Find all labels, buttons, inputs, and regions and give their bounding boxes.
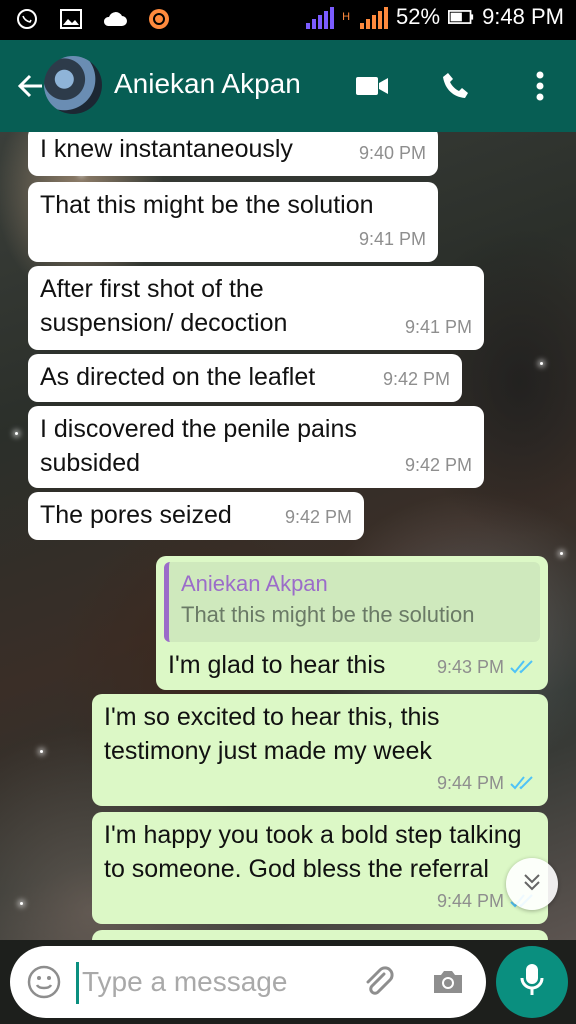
message-text: That this might be the solution [40, 191, 374, 219]
message-bubble-outgoing[interactable]: I'm happy you took a bold step talking t… [92, 812, 548, 924]
message-bubble-outgoing[interactable]: I'm so excited to hear this, this testim… [92, 694, 548, 806]
read-receipt-icon [510, 659, 536, 675]
message-bubble-incoming[interactable]: The pores seized 9:42 PM [28, 492, 364, 540]
message-bubble-incoming[interactable]: As directed on the leaflet 9:42 PM [28, 354, 462, 402]
emoji-icon[interactable] [26, 964, 62, 1000]
cloud-notification-icon [102, 6, 128, 32]
read-receipt-icon [510, 775, 536, 791]
contact-name[interactable]: Aniekan Akpan [114, 68, 301, 100]
double-chevron-down-icon [521, 871, 543, 898]
message-bubble-outgoing-partial[interactable] [92, 930, 548, 940]
message-meta: 9:43 PM [437, 650, 536, 684]
message-input-placeholder[interactable]: Type a message [82, 966, 287, 998]
quote-text: That this might be the solution [181, 602, 475, 627]
scroll-to-bottom-button[interactable] [506, 858, 558, 910]
attachment-icon[interactable] [360, 964, 396, 1000]
avatar[interactable] [44, 56, 102, 114]
message-text: The pores seized [40, 501, 232, 529]
message-time: 9:40 PM [358, 143, 426, 163]
message-time: 9:44 PM [436, 773, 504, 793]
quoted-message[interactable]: Aniekan Akpan That this might be the sol… [164, 562, 540, 642]
message-text: I'm happy you took a bold step talking t… [104, 821, 522, 883]
chat-messages-area[interactable]: I knew instantaneously 9:40 PM That this… [0, 132, 576, 940]
message-bubble-outgoing[interactable]: Aniekan Akpan That this might be the sol… [156, 556, 548, 690]
message-input-box[interactable]: Type a message [10, 946, 486, 1018]
message-time: 9:44 PM [436, 891, 504, 911]
app-notification-icon [146, 6, 172, 32]
message-text: After first shot of the suspension/ deco… [40, 275, 288, 337]
gallery-notification-icon [58, 6, 84, 32]
composer-bar: Type a message [0, 940, 576, 1024]
signal-sim2-icon [360, 5, 389, 29]
message-time: 9:42 PM [382, 369, 450, 389]
message-time: 9:41 PM [358, 229, 426, 249]
network-type-label: H [342, 11, 351, 23]
whatsapp-notification-icon [14, 6, 40, 32]
message-text: I knew instantaneously [40, 135, 293, 163]
status-bar: H 52% 9:48 PM [0, 0, 576, 40]
message-bubble-incoming[interactable]: I discovered the penile pains subsided 9… [28, 406, 484, 488]
voice-call-icon[interactable] [438, 68, 474, 104]
message-time: 9:42 PM [404, 455, 472, 475]
more-options-icon[interactable] [522, 68, 558, 104]
quote-author: Aniekan Akpan [181, 571, 328, 596]
message-text: I'm glad to hear this [168, 651, 386, 679]
message-time: 9:42 PM [284, 507, 352, 527]
text-cursor [76, 962, 79, 1004]
chat-header: Aniekan Akpan [0, 40, 576, 132]
battery-icon [448, 4, 474, 30]
message-time: 9:41 PM [404, 317, 472, 337]
message-time: 9:43 PM [436, 657, 504, 677]
clock: 9:48 PM [482, 4, 564, 29]
message-text: As directed on the leaflet [40, 363, 316, 391]
microphone-button[interactable] [496, 946, 568, 1018]
video-call-icon[interactable] [354, 68, 390, 104]
microphone-icon [519, 962, 545, 1003]
message-meta: 9:44 PM [437, 766, 536, 800]
message-text: I discovered the penile pains subsided [40, 415, 357, 477]
message-bubble-incoming[interactable]: After first shot of the suspension/ deco… [28, 266, 484, 350]
message-bubble-incoming[interactable]: That this might be the solution 9:41 PM [28, 182, 438, 262]
battery-percent: 52% [396, 4, 441, 29]
message-text: I'm so excited to hear this, this testim… [104, 703, 440, 765]
message-bubble-incoming[interactable]: I knew instantaneously 9:40 PM [28, 132, 438, 176]
signal-sim1-icon [306, 5, 335, 29]
camera-icon[interactable] [430, 964, 466, 1000]
